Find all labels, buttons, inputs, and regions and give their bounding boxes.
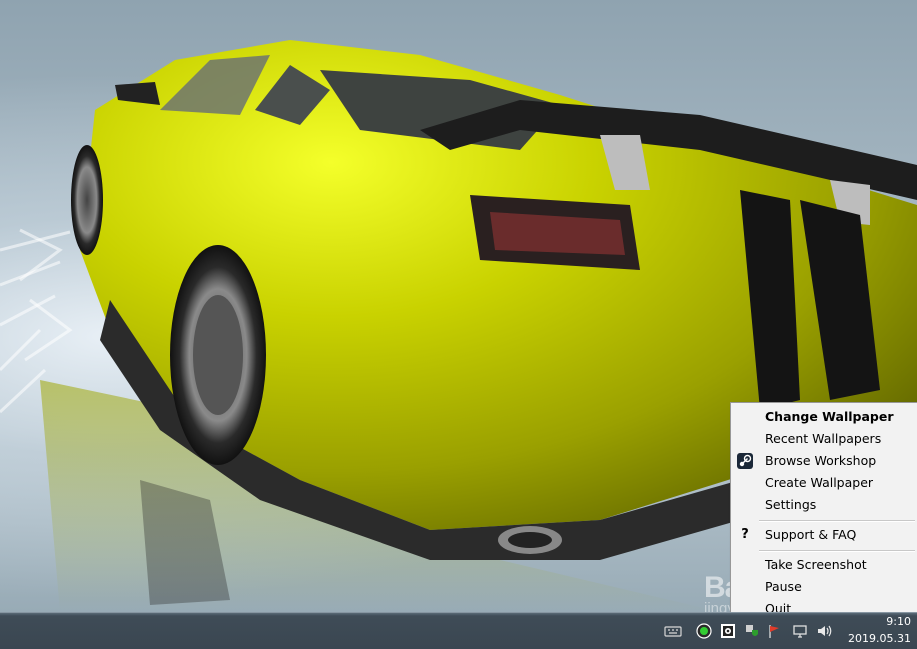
menu-item-support-faq[interactable]: ? Support & FAQ [731, 524, 917, 546]
question-icon: ? [741, 527, 749, 542]
menu-item-label: Recent Wallpapers [765, 431, 882, 446]
menu-item-label: Create Wallpaper [765, 475, 874, 490]
menu-item-recent-wallpapers[interactable]: Recent Wallpapers [731, 428, 917, 450]
gear-icon[interactable] [720, 623, 736, 639]
volume-icon[interactable] [816, 623, 832, 639]
menu-item-change-wallpaper[interactable]: Change Wallpaper [731, 406, 917, 428]
display-icon[interactable] [792, 623, 808, 639]
menu-item-label: Change Wallpaper [765, 409, 894, 424]
menu-item-take-screenshot[interactable]: Take Screenshot [731, 554, 917, 576]
menu-item-browse-workshop[interactable]: Browse Workshop [731, 450, 917, 472]
wallpaper-engine-tray-menu: Change Wallpaper Recent Wallpapers Brows… [730, 402, 917, 624]
menu-item-label: Take Screenshot [765, 557, 867, 572]
menu-item-create-wallpaper[interactable]: Create Wallpaper [731, 472, 917, 494]
flag-icon[interactable] [767, 623, 783, 639]
steam-icon [737, 453, 753, 469]
menu-item-label: Pause [765, 579, 802, 594]
clock-time[interactable]: 9:10 [886, 615, 911, 628]
menu-item-label: Support & FAQ [765, 527, 857, 542]
menu-item-label: Browse Workshop [765, 453, 877, 468]
keyboard-icon[interactable] [664, 623, 682, 639]
menu-item-settings[interactable]: Settings [731, 494, 917, 516]
clock-date[interactable]: 2019.05.31 [848, 632, 911, 645]
menu-item-pause[interactable]: Pause [731, 576, 917, 598]
menu-separator [759, 550, 915, 552]
menu-separator [759, 520, 915, 522]
network-shield-icon[interactable] [744, 623, 760, 639]
taskbar: 9:10 2019.05.31 [0, 612, 917, 649]
wallpaper-engine-icon[interactable] [696, 623, 712, 639]
menu-item-label: Settings [765, 497, 817, 512]
